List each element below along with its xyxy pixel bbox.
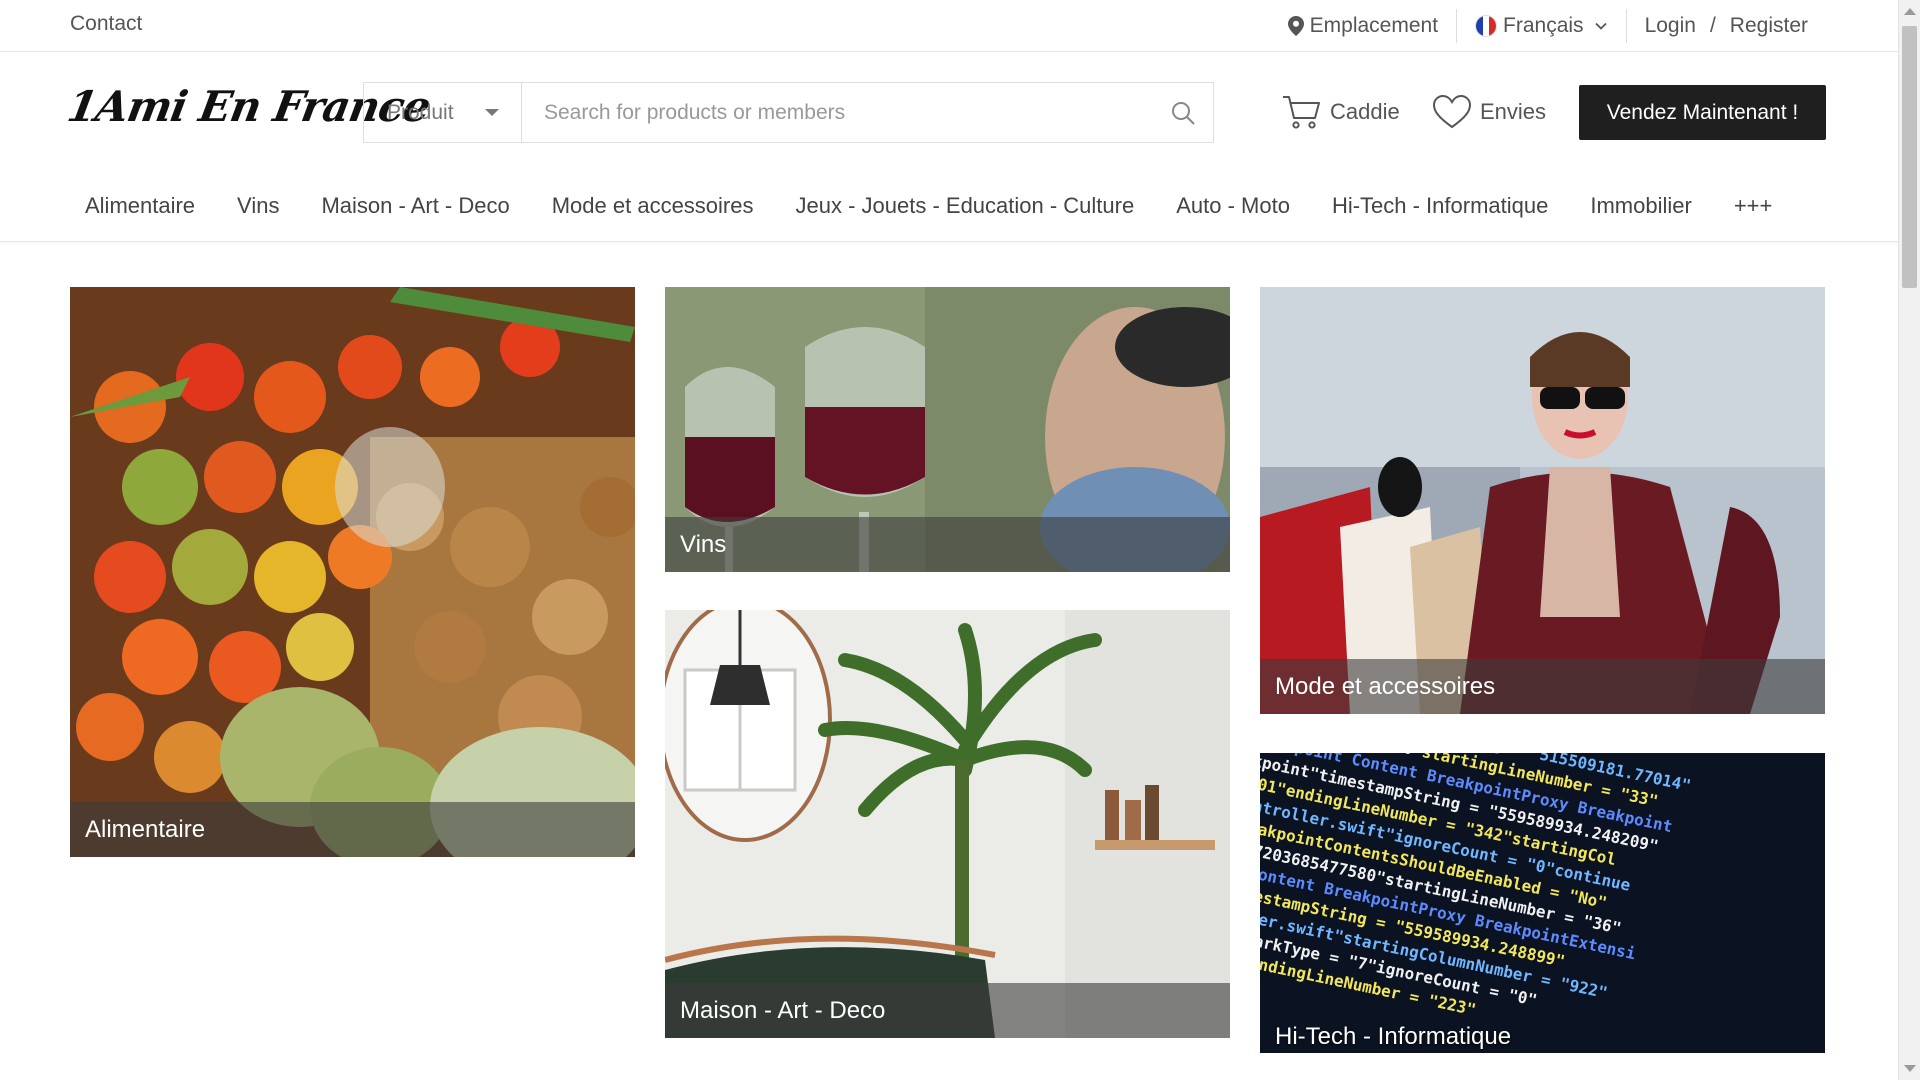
location-link[interactable]: Emplacement: [1287, 14, 1439, 38]
search-category-label: Produit: [387, 100, 454, 124]
category-tile-mode[interactable]: Mode et accessoires: [1260, 287, 1825, 714]
language-label: Français: [1503, 14, 1584, 37]
top-bar-right: Emplacement Français Login / Register: [1287, 0, 1808, 52]
category-tile-maison[interactable]: Maison - Art - Deco: [665, 610, 1230, 1038]
wishlist-link[interactable]: Envies: [1432, 94, 1546, 130]
divider: [1625, 9, 1627, 43]
code-image: ller.swift"timestampString = "515509181.…: [1260, 753, 1825, 1053]
sell-now-button[interactable]: Vendez Maintenant !: [1579, 85, 1826, 140]
nav-item-auto[interactable]: Auto - Moto: [1176, 193, 1290, 219]
chevron-down-icon: [1594, 22, 1607, 30]
fashion-image: [1260, 287, 1825, 714]
map-pin-icon: [1287, 16, 1304, 36]
cart-link[interactable]: Caddie: [1282, 94, 1400, 130]
top-bar: Contact Emplacement Français Login / Reg…: [0, 0, 1898, 52]
nav-item-immobilier[interactable]: Immobilier: [1590, 193, 1691, 219]
page-scrollbar[interactable]: [1898, 0, 1920, 1080]
category-tile-alimentaire[interactable]: Alimentaire: [70, 287, 635, 857]
nav-item-maison[interactable]: Maison - Art - Deco: [321, 193, 509, 219]
search-bar: Produit: [363, 82, 1214, 143]
location-label: Emplacement: [1309, 14, 1439, 37]
category-tile-hitech[interactable]: ller.swift"timestampString = "515509181.…: [1260, 753, 1825, 1053]
caret-down-icon: [485, 109, 499, 116]
search-input[interactable]: [522, 83, 1153, 142]
nav-item-mode[interactable]: Mode et accessoires: [552, 193, 754, 219]
tile-caption: Alimentaire: [70, 802, 635, 857]
nav-item-more[interactable]: +++: [1734, 193, 1773, 219]
language-selector[interactable]: Français: [1475, 14, 1608, 38]
register-link[interactable]: Register: [1730, 14, 1808, 38]
login-register-separator: /: [1709, 14, 1716, 37]
search-icon: [1172, 101, 1195, 125]
search-button[interactable]: [1153, 83, 1213, 142]
cart-label: Caddie: [1330, 99, 1400, 124]
nav-item-alimentaire[interactable]: Alimentaire: [85, 193, 195, 219]
tile-caption: Mode et accessoires: [1260, 659, 1825, 714]
category-nav: Alimentaire Vins Maison - Art - Deco Mod…: [0, 180, 1898, 242]
nav-item-vins[interactable]: Vins: [237, 193, 279, 219]
interior-image: [665, 610, 1230, 1038]
divider: [1456, 9, 1458, 43]
tile-caption: Maison - Art - Deco: [665, 983, 1230, 1038]
nav-item-jeux[interactable]: Jeux - Jouets - Education - Culture: [796, 193, 1135, 219]
nav-item-hitech[interactable]: Hi-Tech - Informatique: [1332, 193, 1548, 219]
tile-caption: Vins: [665, 517, 1230, 572]
scrollbar-thumb[interactable]: [1902, 26, 1917, 288]
search-category-dropdown[interactable]: Produit: [364, 83, 522, 142]
wishlist-label: Envies: [1480, 99, 1547, 124]
vegetables-image: [70, 287, 635, 857]
tile-caption: Hi-Tech - Informatique: [1275, 1023, 1512, 1050]
scroll-down-arrow-icon[interactable]: [1904, 1065, 1916, 1072]
french-flag-icon: [1475, 15, 1498, 37]
cart-icon: [1283, 96, 1320, 129]
heart-icon: [1432, 94, 1472, 129]
login-link[interactable]: Login: [1645, 14, 1696, 38]
scroll-up-arrow-icon[interactable]: [1904, 8, 1916, 15]
category-tile-vins[interactable]: Vins: [665, 287, 1230, 572]
contact-link[interactable]: Contact: [70, 12, 142, 36]
